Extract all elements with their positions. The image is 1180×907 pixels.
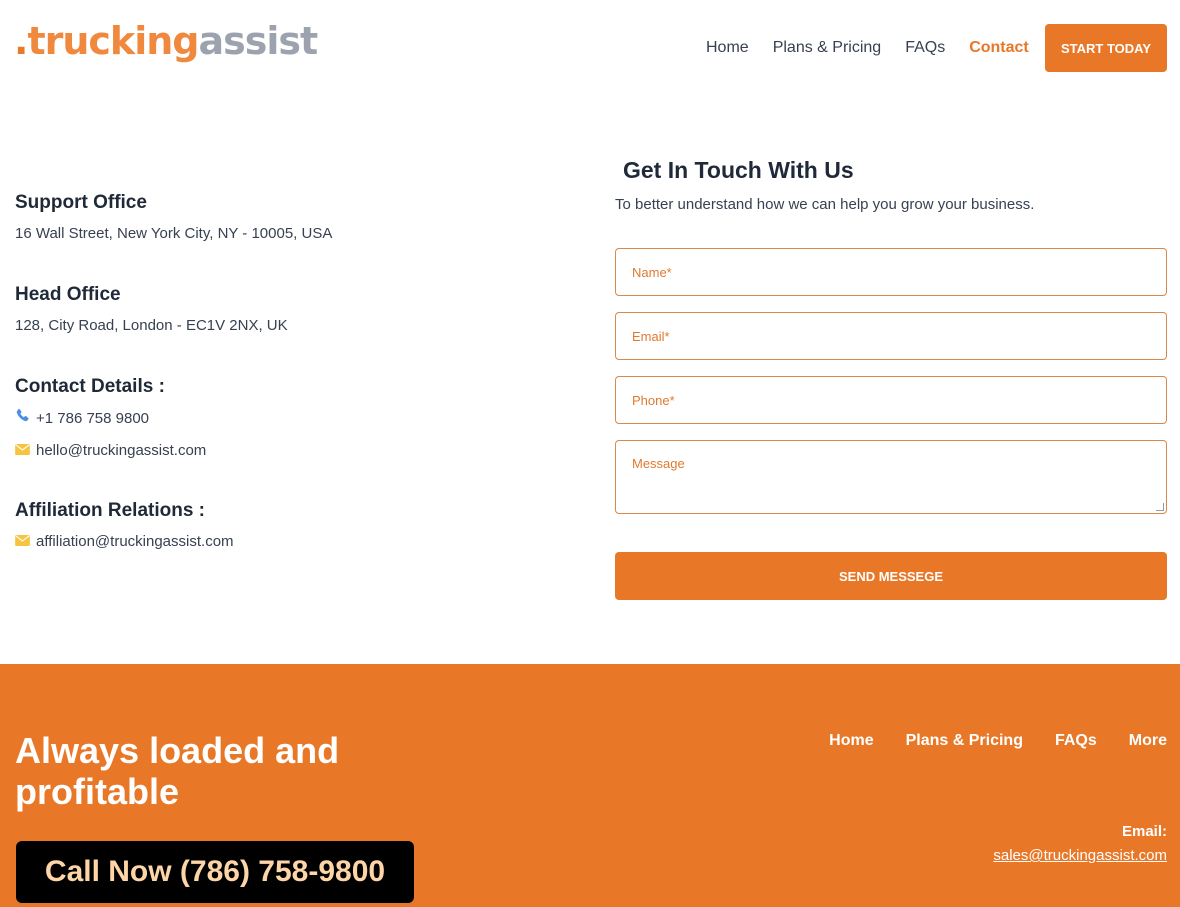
logo[interactable]: .truckingassist — [14, 19, 318, 63]
head-office-block: Head Office 128, City Road, London - EC1… — [15, 282, 288, 336]
call-now-button[interactable]: Call Now (786) 758-9800 — [16, 841, 414, 903]
support-office-address: 16 Wall Street, New York City, NY - 1000… — [15, 225, 333, 242]
nav-faqs[interactable]: FAQs — [905, 38, 945, 58]
send-message-button[interactable]: SEND MESSEGE — [615, 552, 1167, 600]
footer-nav-home[interactable]: Home — [829, 732, 873, 750]
main-nav: Home Plans & Pricing FAQs Contact — [706, 38, 1029, 58]
nav-home[interactable]: Home — [706, 38, 749, 58]
phone-icon — [15, 408, 30, 429]
footer-tagline: Always loaded and profitable — [15, 730, 340, 812]
footer-nav-faqs[interactable]: FAQs — [1055, 732, 1097, 750]
affiliation-block: Affiliation Relations : affiliation@truc… — [15, 498, 234, 552]
resize-handle-icon[interactable] — [1156, 503, 1164, 511]
email-row[interactable]: hello@truckingassist.com — [15, 441, 206, 461]
footer-email-label: Email: — [1121, 823, 1167, 840]
message-placeholder: Message — [632, 456, 685, 471]
message-textarea[interactable]: Message — [615, 440, 1167, 514]
form-subtitle: To better understand how we can help you… — [615, 196, 1035, 213]
logo-part2: assist — [198, 19, 318, 63]
contact-form: Get In Touch With Us To better understan… — [615, 155, 1167, 600]
site-header: .truckingassist Home Plans & Pricing FAQ… — [0, 0, 1180, 100]
footer-nav-more[interactable]: More — [1129, 732, 1167, 750]
nav-plans-pricing[interactable]: Plans & Pricing — [773, 38, 882, 58]
affiliation-title: Affiliation Relations : — [15, 500, 205, 521]
footer-nav: Home Plans & Pricing FAQs More — [829, 732, 1167, 750]
footer-email-link[interactable]: sales@truckingassist.com — [993, 844, 1167, 868]
contact-details-block: Contact Details : +1 786 758 9800 hello@… — [15, 374, 206, 461]
phone-row[interactable]: +1 786 758 9800 — [15, 408, 206, 429]
mail-icon — [15, 532, 30, 552]
start-today-button[interactable]: START TODAY — [1045, 24, 1167, 72]
contact-details-title: Contact Details : — [15, 376, 165, 397]
site-footer: Always loaded and profitable Call Now (7… — [0, 664, 1180, 907]
form-title: Get In Touch With Us — [623, 157, 854, 183]
logo-dot: . — [14, 19, 28, 63]
support-office-block: Support Office 16 Wall Street, New York … — [15, 190, 332, 244]
head-office-address: 128, City Road, London - EC1V 2NX, UK — [15, 317, 288, 334]
affiliation-email-row[interactable]: affiliation@truckingassist.com — [15, 532, 234, 552]
phone-number: +1 786 758 9800 — [36, 409, 150, 427]
name-input[interactable]: Name* — [615, 248, 1167, 296]
affiliation-email: affiliation@truckingassist.com — [36, 533, 234, 550]
contact-email: hello@truckingassist.com — [36, 442, 207, 459]
support-office-title: Support Office — [15, 192, 147, 213]
head-office-title: Head Office — [15, 284, 121, 305]
footer-nav-plans-pricing[interactable]: Plans & Pricing — [906, 732, 1023, 750]
mail-icon — [15, 441, 30, 461]
logo-part1: trucking — [27, 19, 199, 63]
footer-email-block: Email: sales@truckingassist.com — [993, 820, 1167, 868]
nav-contact[interactable]: Contact — [969, 38, 1029, 58]
email-input[interactable]: Email* — [615, 312, 1167, 360]
phone-input[interactable]: Phone* — [615, 376, 1167, 424]
